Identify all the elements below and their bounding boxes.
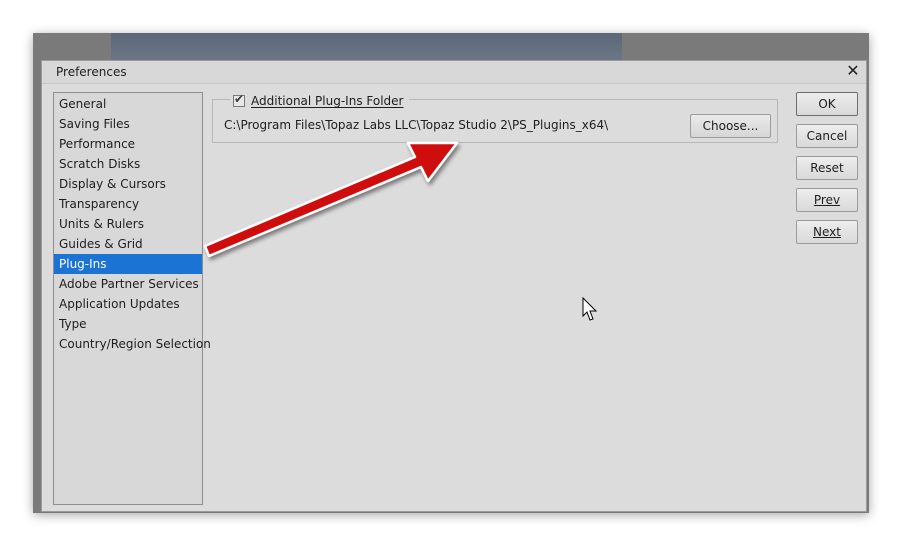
category-item-performance[interactable]: Performance <box>54 134 202 154</box>
category-item-application-updates[interactable]: Application Updates <box>54 294 202 314</box>
additional-plugins-checkbox[interactable]: ✔ <box>233 92 245 107</box>
category-item-type[interactable]: Type <box>54 314 202 334</box>
prev-button[interactable]: Prev <box>796 188 858 212</box>
additional-plugins-folder-option[interactable]: ✔ Additional Plug-Ins Folder <box>230 92 410 110</box>
cancel-button[interactable]: Cancel <box>796 124 858 148</box>
category-item-units-rulers[interactable]: Units & Rulers <box>54 214 202 234</box>
plugins-folder-path: C:\Program Files\Topaz Labs LLC\Topaz St… <box>224 118 609 132</box>
category-item-plug-ins[interactable]: Plug-Ins <box>54 254 202 274</box>
additional-plugins-label: Additional Plug-Ins Folder <box>251 94 404 108</box>
category-item-transparency[interactable]: Transparency <box>54 194 202 214</box>
category-item-guides-grid[interactable]: Guides & Grid <box>54 234 202 254</box>
category-item-general[interactable]: General <box>54 94 202 114</box>
choose-folder-button[interactable]: Choose... <box>690 114 771 138</box>
next-button[interactable]: Next <box>796 220 858 244</box>
close-icon[interactable]: ✕ <box>844 62 862 80</box>
ok-button[interactable]: OK <box>796 92 858 116</box>
preferences-dialog: Preferences ✕ General Saving Files Perform… <box>41 60 867 512</box>
check-icon: ✔ <box>234 92 245 106</box>
category-item-scratch-disks[interactable]: Scratch Disks <box>54 154 202 174</box>
background-image-strip <box>111 33 622 63</box>
category-item-display-cursors[interactable]: Display & Cursors <box>54 174 202 194</box>
category-item-adobe-partner-services[interactable]: Adobe Partner Services <box>54 274 202 294</box>
reset-button[interactable]: Reset <box>796 156 858 180</box>
dialog-title: Preferences <box>56 65 127 79</box>
category-list: General Saving Files Performance Scratch Di… <box>53 92 211 505</box>
dialog-titlebar: Preferences ✕ <box>42 61 866 84</box>
category-item-saving-files[interactable]: Saving Files <box>54 114 202 134</box>
category-item-country-region-selection[interactable]: Country/Region Selection <box>54 334 211 354</box>
